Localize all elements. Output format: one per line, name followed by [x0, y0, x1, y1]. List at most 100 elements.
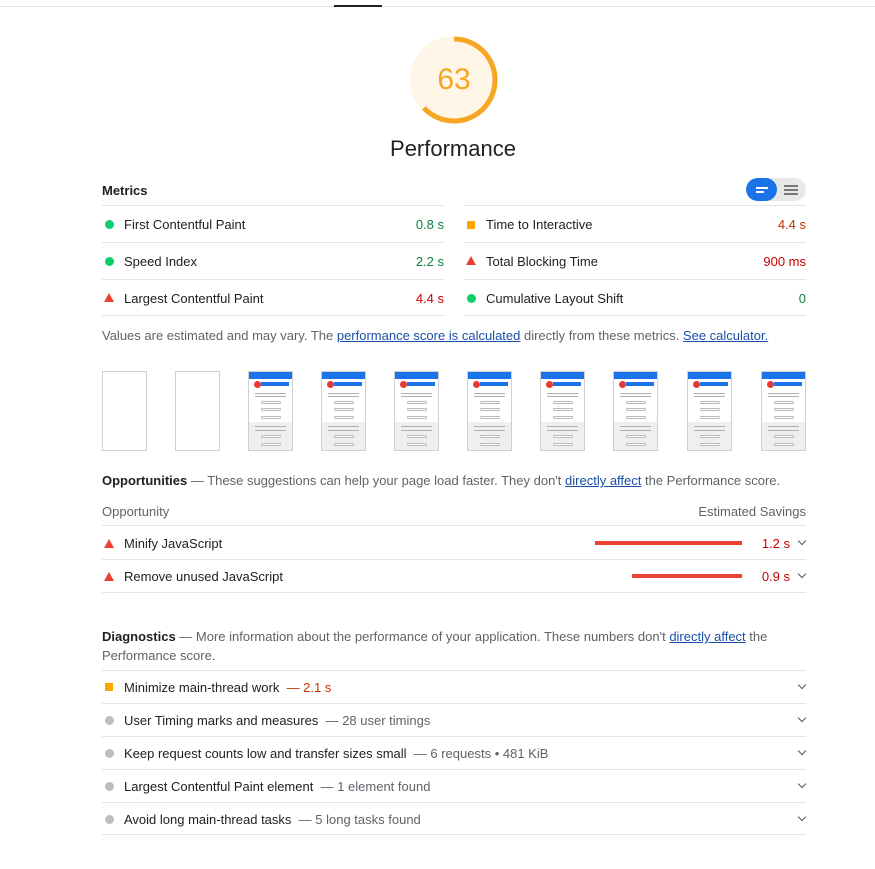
orange-square-icon	[467, 221, 475, 229]
diagnostic-label: User Timing marks and measures — 28 user…	[124, 713, 430, 728]
gray-circle-icon	[105, 716, 114, 725]
metric-value: 4.4 s	[777, 217, 806, 232]
red-triangle-icon	[104, 572, 114, 581]
red-triangle-icon	[466, 256, 476, 265]
metrics-header: Metrics	[102, 178, 806, 204]
estimated-savings-column-header: Estimated Savings	[698, 504, 806, 519]
metrics-view-toggle[interactable]	[746, 178, 806, 201]
diagnostic-request-counts[interactable]: Keep request counts low and transfer siz…	[102, 736, 807, 769]
diagnostic-detail: — 1 element found	[320, 779, 431, 794]
filmstrip-frame	[394, 371, 439, 451]
filmstrip-frame	[613, 371, 658, 451]
opportunity-minify-javascript[interactable]: Minify JavaScript 1.2 s	[102, 527, 807, 560]
metric-label: Total Blocking Time	[486, 254, 598, 269]
filmstrip-frame	[248, 371, 293, 451]
diagnostics-header: Diagnostics — More information about the…	[102, 627, 806, 665]
diagnostic-detail: — 5 long tasks found	[298, 812, 421, 827]
savings-bar	[632, 574, 742, 578]
metric-value: 2.2 s	[415, 254, 444, 269]
orange-square-icon	[105, 683, 113, 691]
metrics-grid: First Contentful Paint 0.8 s Time to Int…	[102, 205, 806, 316]
compact-view-icon[interactable]	[746, 178, 777, 201]
metric-largest-contentful-paint: Largest Contentful Paint 4.4 s	[102, 279, 444, 316]
savings-bar	[595, 541, 742, 545]
chevron-down-icon[interactable]	[797, 746, 807, 756]
green-circle-icon	[467, 294, 476, 303]
metric-cumulative-layout-shift: Cumulative Layout Shift 0	[464, 279, 806, 316]
score-calculated-link[interactable]: performance score is calculated	[337, 328, 521, 343]
diagnostics-desc: — More information about the performance…	[175, 629, 670, 644]
metrics-title: Metrics	[102, 183, 148, 198]
chevron-down-icon[interactable]	[797, 713, 807, 723]
opportunity-label: Remove unused JavaScript	[124, 569, 283, 584]
diagnostic-minimize-main-thread-work[interactable]: Minimize main-thread work — 2.1 s	[102, 670, 807, 703]
gray-circle-icon	[105, 749, 114, 758]
directly-affect-link[interactable]: directly affect	[669, 629, 745, 644]
filmstrip-frame	[467, 371, 512, 451]
diagnostic-long-tasks[interactable]: Avoid long main-thread tasks — 5 long ta…	[102, 802, 807, 835]
green-circle-icon	[105, 257, 114, 266]
opportunities-header: Opportunities — These suggestions can he…	[102, 473, 806, 489]
opportunity-savings: 0.9 s	[761, 569, 790, 584]
filmstrip-frame	[321, 371, 366, 451]
diagnostic-lcp-element[interactable]: Largest Contentful Paint element — 1 ele…	[102, 769, 807, 802]
chevron-down-icon[interactable]	[797, 536, 807, 546]
metric-label: Largest Contentful Paint	[124, 291, 264, 306]
diagnostic-detail: — 28 user timings	[325, 713, 431, 728]
opportunities-title: Opportunities	[102, 473, 188, 488]
diagnostics-title: Diagnostics	[102, 629, 176, 644]
opportunities-desc: — These suggestions can help your page l…	[187, 473, 566, 488]
metric-label: First Contentful Paint	[124, 217, 246, 232]
opportunities-desc: the Performance score.	[641, 473, 781, 488]
active-tab-indicator	[334, 5, 382, 7]
opportunities-table-header: Opportunity Estimated Savings	[102, 504, 806, 526]
gray-circle-icon	[105, 782, 114, 791]
metric-value: 900 ms	[763, 254, 806, 269]
metric-label: Speed Index	[124, 254, 198, 269]
chevron-down-icon[interactable]	[797, 569, 807, 579]
diagnostic-title: Keep request counts low and transfer siz…	[124, 746, 407, 761]
metric-value: 4.4 s	[415, 291, 444, 306]
metric-speed-index: Speed Index 2.2 s	[102, 242, 444, 279]
filmstrip-frame	[687, 371, 732, 451]
directly-affect-link[interactable]: directly affect	[565, 473, 641, 488]
filmstrip-frame	[102, 371, 147, 451]
diagnostic-label: Largest Contentful Paint element — 1 ele…	[124, 779, 430, 794]
opportunity-remove-unused-javascript[interactable]: Remove unused JavaScript 0.9 s	[102, 560, 807, 593]
top-tab-bar	[0, 0, 875, 7]
metric-value: 0	[798, 291, 806, 306]
metric-label: Time to Interactive	[486, 217, 593, 232]
chevron-down-icon[interactable]	[797, 680, 807, 690]
metric-value: 0.8 s	[415, 217, 444, 232]
red-triangle-icon	[104, 539, 114, 548]
performance-score: 63	[437, 63, 471, 96]
opportunity-label: Minify JavaScript	[124, 536, 223, 551]
metric-label: Cumulative Layout Shift	[486, 291, 624, 306]
note-text: Values are estimated and may vary. The	[102, 328, 337, 343]
see-calculator-link[interactable]: See calculator.	[683, 328, 768, 343]
filmstrip-frame	[540, 371, 585, 451]
opportunity-savings: 1.2 s	[761, 536, 790, 551]
diagnostic-user-timing[interactable]: User Timing marks and measures — 28 user…	[102, 703, 807, 736]
diagnostic-title: Largest Contentful Paint element	[124, 779, 314, 794]
performance-gauge[interactable]: 63	[408, 34, 500, 126]
diagnostic-label: Keep request counts low and transfer siz…	[124, 746, 548, 761]
metric-time-to-interactive: Time to Interactive 4.4 s	[464, 205, 806, 242]
filmstrip	[102, 371, 806, 451]
filmstrip-frame	[175, 371, 220, 451]
diagnostic-label: Minimize main-thread work — 2.1 s	[124, 680, 331, 695]
red-triangle-icon	[104, 293, 114, 302]
metric-total-blocking-time: Total Blocking Time 900 ms	[464, 242, 806, 279]
gray-circle-icon	[105, 815, 114, 824]
metrics-note: Values are estimated and may vary. The p…	[102, 328, 806, 343]
chevron-down-icon[interactable]	[797, 779, 807, 789]
diagnostic-title: Minimize main-thread work	[124, 680, 280, 695]
green-circle-icon	[105, 220, 114, 229]
metric-first-contentful-paint: First Contentful Paint 0.8 s	[102, 205, 444, 242]
opportunity-column-header: Opportunity	[102, 504, 170, 519]
note-text: directly from these metrics.	[520, 328, 683, 343]
diagnostic-title: User Timing marks and measures	[124, 713, 319, 728]
diagnostic-title: Avoid long main-thread tasks	[124, 812, 292, 827]
gauge-title: Performance	[390, 136, 516, 161]
chevron-down-icon[interactable]	[797, 812, 807, 822]
